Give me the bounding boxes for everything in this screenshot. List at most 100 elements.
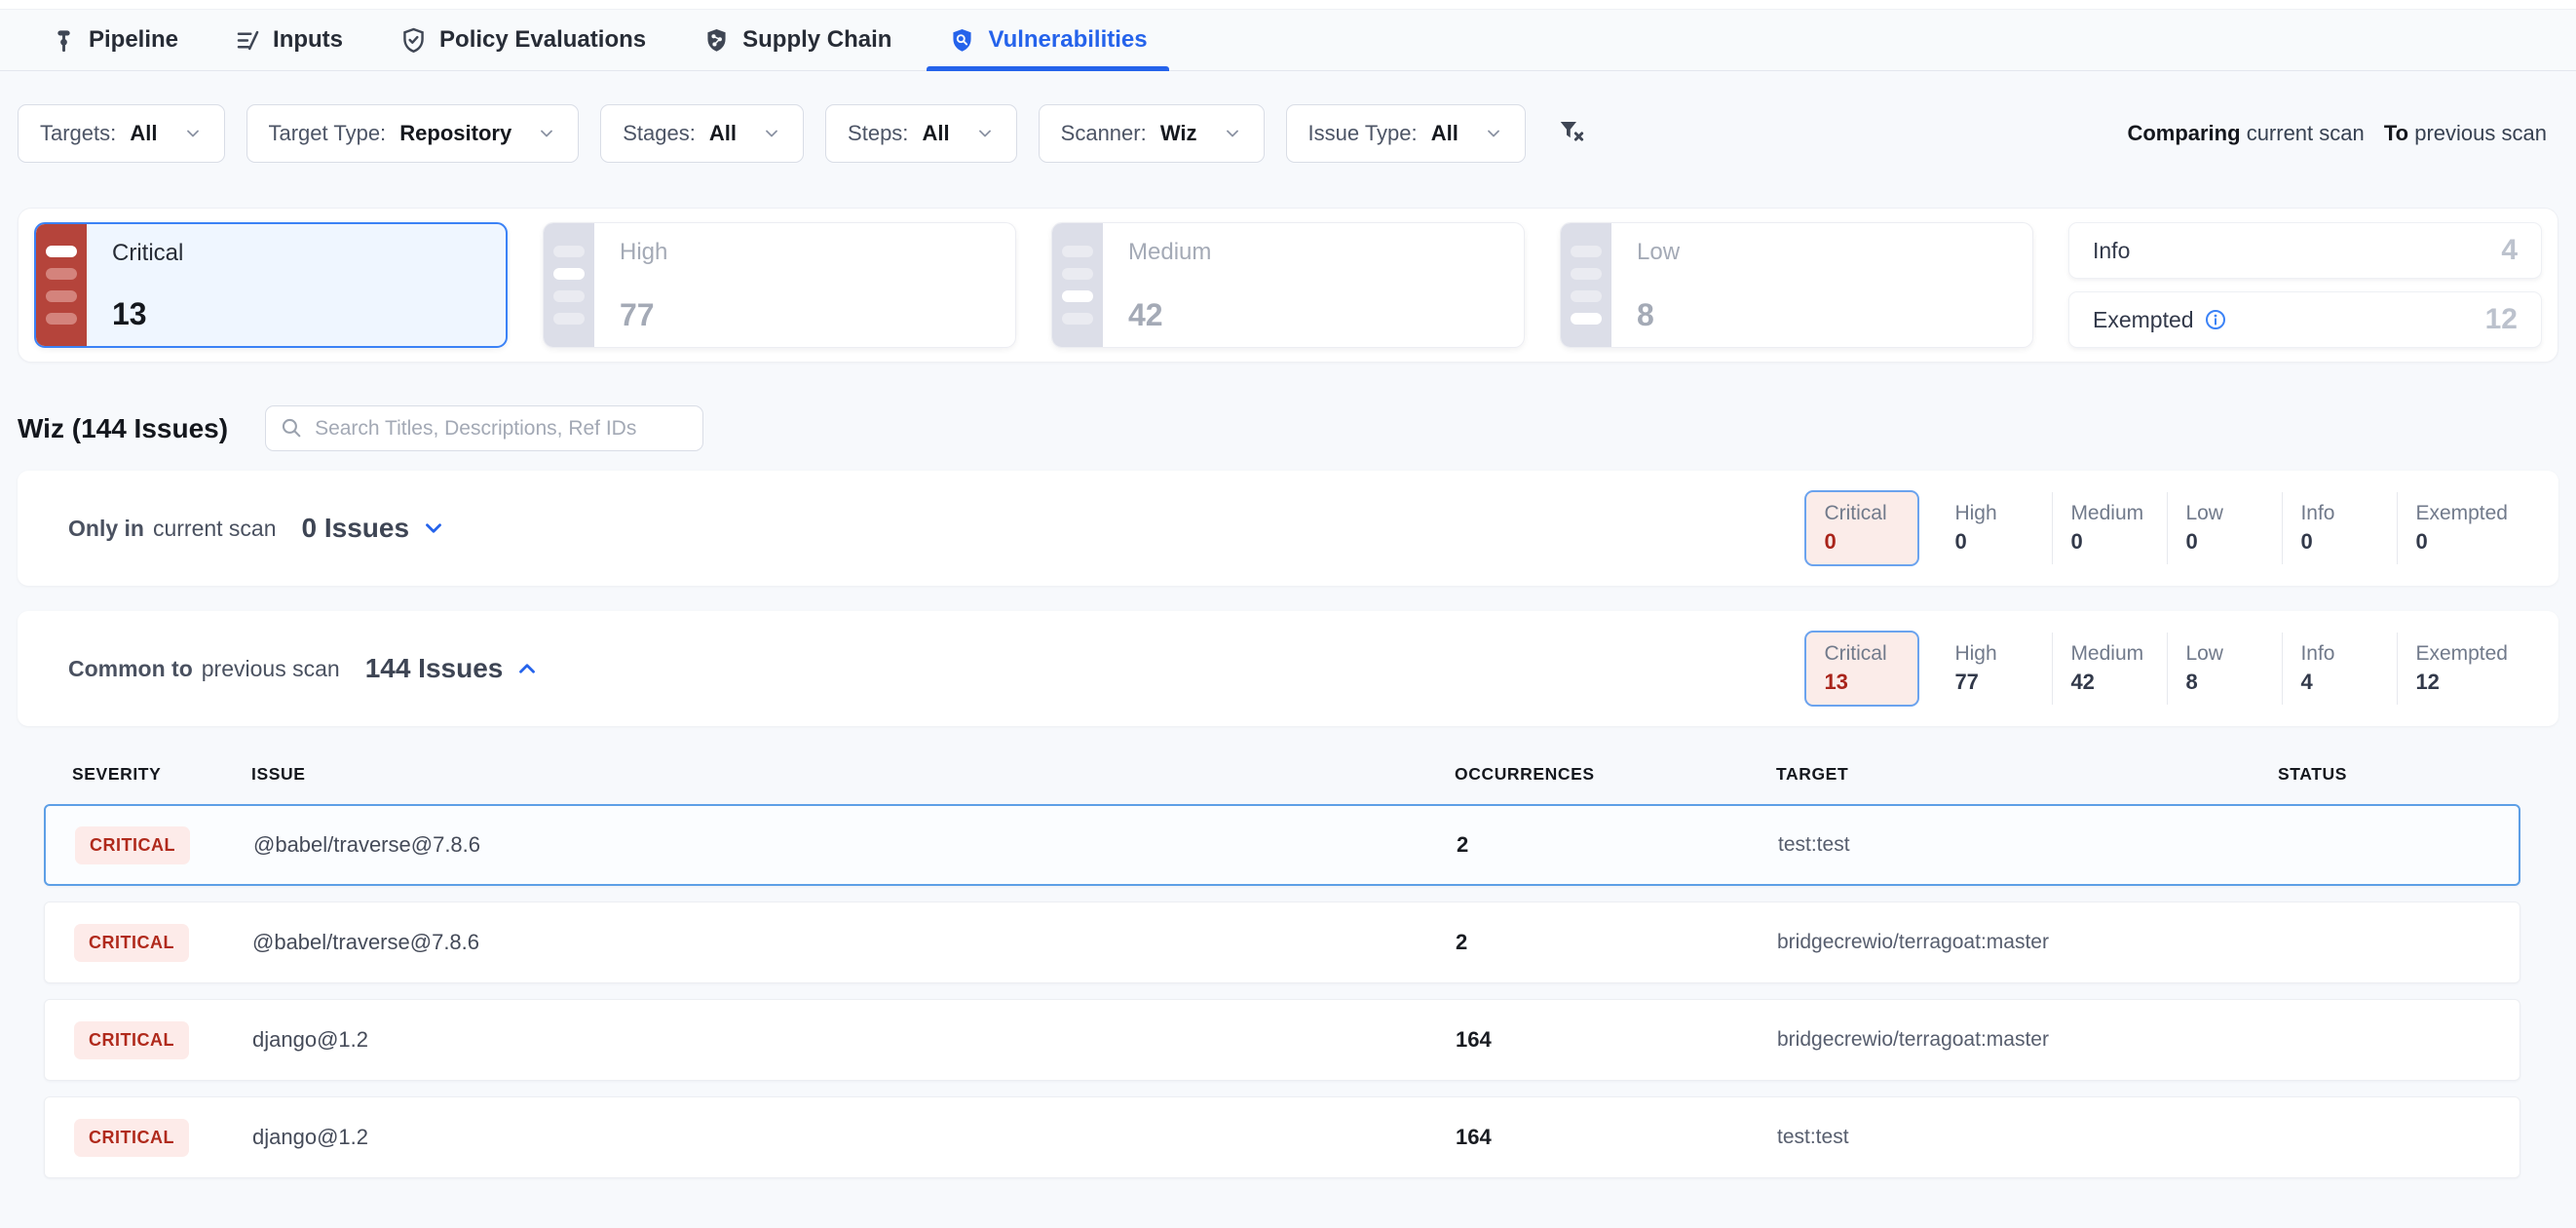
issue-cell: django@1.2 (252, 1125, 1456, 1150)
severity-card-low[interactable]: Low 8 (1560, 222, 2033, 348)
column-header-occurrences: OCCURRENCES (1455, 764, 1776, 785)
severity-side-column: Info 4 Exempted 12 (2068, 222, 2542, 348)
tab-supply-chain[interactable]: Supply Chain (681, 10, 913, 70)
filter-dropdown-targets[interactable]: Targets: All (18, 104, 225, 163)
chip-count: 0 (2070, 529, 2149, 555)
chip-count: 0 (2415, 529, 2508, 555)
severity-chip-high[interactable]: High 0 (1937, 492, 2052, 564)
issue-search (265, 405, 703, 451)
severity-chip-row: Critical 0 High 0 Medium 0 Low 0 Info 0 … (1804, 490, 2525, 566)
chip-label: Critical (1824, 502, 1900, 525)
severity-cards: Critical 13 High 77 Medium 42 Low 8 Info… (34, 222, 2542, 348)
chip-label: Medium (2070, 502, 2149, 525)
occurrences-cell: 2 (1457, 832, 1778, 858)
table-row[interactable]: CRITICAL @babel/traverse@7.8.6 2 bridgec… (44, 902, 2520, 983)
section-toggle[interactable]: 0 Issues (302, 513, 447, 544)
chip-count: 0 (2185, 529, 2264, 555)
chip-label: Info (2300, 642, 2379, 666)
section-toggle[interactable]: 144 Issues (365, 653, 541, 684)
issues-table-body: CRITICAL @babel/traverse@7.8.6 2 test:te… (0, 804, 2576, 1178)
search-input[interactable] (265, 405, 703, 451)
chip-count: 77 (1954, 670, 2034, 695)
severity-card-label: Exempted (2093, 307, 2194, 333)
filter-dropdown-steps[interactable]: Steps: All (825, 104, 1017, 163)
vulnerabilities-shield-icon (948, 26, 976, 55)
chevron-up-icon (514, 656, 540, 681)
chip-label: Exempted (2415, 502, 2508, 525)
window-top-strip (0, 0, 2576, 10)
severity-card-label: Info (2093, 238, 2130, 264)
severity-chip-info[interactable]: Info 0 (2282, 492, 2397, 564)
filter-dropdown-issue-type[interactable]: Issue Type: All (1286, 104, 1526, 163)
chevron-down-icon (1223, 124, 1242, 143)
chip-count: 12 (2415, 670, 2508, 695)
chip-count: 4 (2300, 670, 2379, 695)
severity-chip-row: Critical 13 High 77 Medium 42 Low 8 Info… (1804, 631, 2525, 707)
severity-card-medium[interactable]: Medium 42 (1051, 222, 1525, 348)
table-row[interactable]: CRITICAL django@1.2 164 test:test (44, 1096, 2520, 1178)
tab-pipeline[interactable]: Pipeline (29, 10, 200, 70)
filter-dropdown-target-type[interactable]: Target Type: Repository (246, 104, 580, 163)
issue-cell: @babel/traverse@7.8.6 (252, 930, 1456, 955)
chip-count: 13 (1824, 670, 1900, 695)
severity-chip-medium[interactable]: Medium 42 (2052, 633, 2167, 705)
severity-card-count: 8 (1637, 297, 1680, 333)
severity-badge: CRITICAL (74, 1119, 189, 1157)
severity-chip-info[interactable]: Info 4 (2282, 633, 2397, 705)
severity-level-icon (1561, 223, 1611, 347)
chip-count: 8 (2185, 670, 2264, 695)
section-only-in: Only in current scan 0 Issues Critical 0… (18, 471, 2558, 586)
clear-filters-button[interactable] (1557, 117, 1586, 151)
table-row[interactable]: CRITICAL @babel/traverse@7.8.6 2 test:te… (44, 804, 2520, 886)
severity-card-count: 77 (620, 297, 667, 333)
severity-card-exempted[interactable]: Exempted 12 (2068, 291, 2542, 348)
tab-policy-evaluations[interactable]: Policy Evaluations (378, 10, 667, 70)
severity-level-icon (544, 223, 594, 347)
severity-card-label: Medium (1128, 239, 1211, 266)
severity-chip-low[interactable]: Low 0 (2167, 492, 2282, 564)
tab-vulnerabilities[interactable]: Vulnerabilities (927, 10, 1168, 70)
severity-chip-medium[interactable]: Medium 0 (2052, 492, 2167, 564)
chip-label: Exempted (2415, 642, 2508, 666)
chip-count: 42 (2070, 670, 2149, 695)
target-cell: bridgecrewio/terragoat:master (1777, 1028, 2279, 1052)
filter-dropdown-scanner[interactable]: Scanner: Wiz (1039, 104, 1265, 163)
chip-label: High (1954, 642, 2034, 666)
severity-chip-exempted[interactable]: Exempted 12 (2397, 633, 2525, 705)
target-cell: test:test (1778, 833, 2280, 857)
severity-card-info[interactable]: Info 4 (2068, 222, 2542, 279)
table-row[interactable]: CRITICAL django@1.2 164 bridgecrewio/ter… (44, 999, 2520, 1081)
supply-chain-shield-icon (702, 26, 731, 55)
severity-card-critical[interactable]: Critical 13 (34, 222, 508, 348)
chip-label: Medium (2070, 642, 2149, 666)
issues-table-header: SEVERITYISSUEOCCURRENCESTARGETSTATUS (44, 755, 2520, 792)
filter-x-icon (1557, 117, 1586, 151)
pipeline-icon (51, 27, 77, 54)
comparing-to-word: To (2384, 121, 2408, 145)
severity-chip-high[interactable]: High 77 (1937, 633, 2052, 705)
severity-chip-critical[interactable]: Critical 13 (1804, 631, 1919, 707)
target-cell: bridgecrewio/terragoat:master (1777, 931, 2279, 954)
severity-card-high[interactable]: High 77 (543, 222, 1016, 348)
severity-chip-low[interactable]: Low 8 (2167, 633, 2282, 705)
section-scope: current scan (153, 516, 277, 542)
chevron-down-icon (762, 124, 781, 143)
section-scope: previous scan (202, 656, 340, 682)
severity-card-label: Critical (112, 240, 183, 267)
severity-summary-panel: Critical 13 High 77 Medium 42 Low 8 Info… (18, 208, 2558, 363)
chip-label: Info (2300, 502, 2379, 525)
column-header-issue: ISSUE (251, 764, 1455, 785)
severity-card-count: 42 (1128, 297, 1211, 333)
severity-chip-critical[interactable]: Critical 0 (1804, 490, 1919, 566)
filter-dropdown-stages[interactable]: Stages: All (600, 104, 804, 163)
chevron-down-icon (183, 124, 203, 143)
chip-label: Critical (1824, 642, 1900, 666)
severity-chip-exempted[interactable]: Exempted 0 (2397, 492, 2525, 564)
chip-count: 0 (1954, 529, 2034, 555)
issue-cell: @babel/traverse@7.8.6 (253, 832, 1457, 858)
severity-badge: CRITICAL (74, 924, 189, 962)
occurrences-cell: 2 (1456, 930, 1777, 955)
tab-bar: Pipeline Inputs Policy Evaluations Suppl… (0, 10, 2576, 71)
chip-label: Low (2185, 642, 2264, 666)
tab-inputs[interactable]: Inputs (213, 10, 364, 70)
